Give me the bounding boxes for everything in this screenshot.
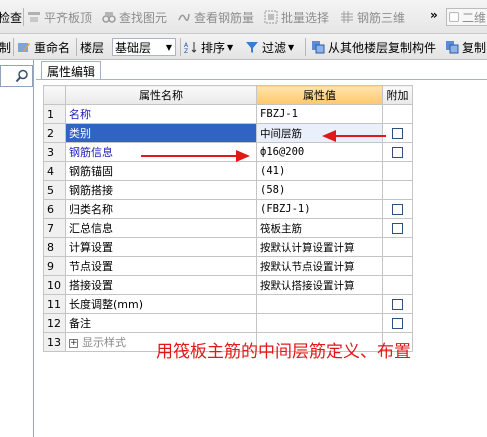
annotation-text: 用筏板主筋的中间层筋定义、布置 (156, 342, 411, 362)
annotation-arrows (141, 130, 386, 162)
arrow-to-rebar-info (141, 150, 250, 162)
arrow-to-category (322, 130, 386, 142)
